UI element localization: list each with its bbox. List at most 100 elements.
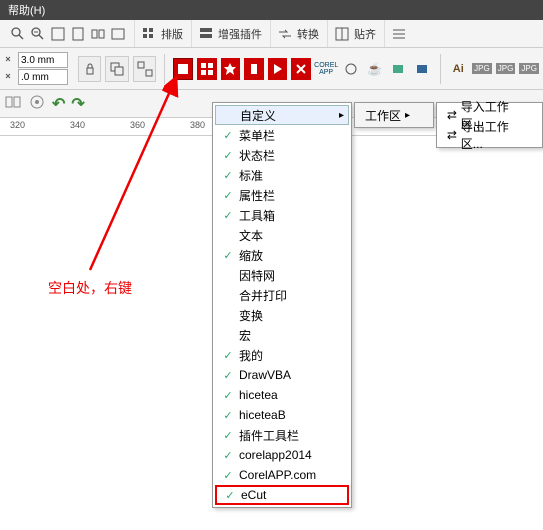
zoom-all-icon[interactable] (90, 26, 106, 42)
options-icon[interactable] (391, 26, 407, 42)
separator (440, 54, 441, 84)
context-menu-item[interactable]: ✓CorelAPP.com (215, 465, 349, 485)
tool-red-2[interactable] (197, 58, 217, 80)
plugin-icon[interactable] (198, 26, 214, 42)
context-menu-item[interactable]: ✓hicetea (215, 385, 349, 405)
corel-icon[interactable]: COREL APP (315, 58, 337, 80)
swap-icon: ⇄ (443, 108, 461, 122)
context-menu-item[interactable]: ✓标准 (215, 165, 349, 185)
snap-icon[interactable] (334, 26, 350, 42)
layout-icon[interactable] (141, 26, 157, 42)
context-menu-item[interactable]: ✓eCut (215, 485, 349, 505)
coffee-icon[interactable]: ☕ (365, 58, 385, 80)
height-input[interactable] (18, 69, 68, 85)
menu-item-label: 状态栏 (237, 147, 291, 164)
export-workspace-item[interactable]: ⇄ 导出工作区... (439, 125, 540, 145)
tool-red-5[interactable] (268, 58, 288, 80)
menu-item-label: eCut (239, 488, 282, 502)
menu-item-label: hiceteaB (237, 408, 302, 422)
workspace-label: 工作区 (365, 107, 401, 124)
lock-x-icon[interactable] (4, 53, 16, 68)
context-menu-item[interactable]: ✓缩放 (215, 245, 349, 265)
menu-item-label: DrawVBA (237, 368, 307, 382)
context-menu-item[interactable]: 合并打印 (215, 285, 349, 305)
tool-b-icon[interactable] (28, 93, 46, 114)
check-icon: ✓ (219, 389, 237, 402)
zoom-width-icon[interactable] (110, 26, 126, 42)
menu-customize[interactable]: 自定义 ▸ (215, 105, 349, 125)
workspace-button[interactable]: 工作区 ▸ (357, 105, 418, 126)
check-icon: ✓ (219, 149, 237, 162)
context-menu-item[interactable]: ✓插件工具栏 (215, 425, 349, 445)
jpg-icon-3[interactable]: JPG (519, 58, 539, 80)
annotation-arrow (80, 70, 190, 280)
menu-item-label: 宏 (237, 327, 267, 344)
menu-help[interactable]: 帮助(H) (8, 5, 45, 17)
menu-item-label: 变换 (237, 307, 279, 324)
context-menu-item[interactable]: ✓工具箱 (215, 205, 349, 225)
context-menu: 自定义 ▸ ✓菜单栏✓状态栏✓标准✓属性栏✓工具箱文本✓缩放因特网合并打印变换宏… (212, 102, 352, 508)
check-icon: ✓ (219, 449, 237, 462)
menu-item-label: 缩放 (237, 247, 279, 264)
convert-label[interactable]: 转换 (297, 26, 319, 42)
context-menu-item[interactable]: ✓corelapp2014 (215, 445, 349, 465)
check-icon: ✓ (219, 369, 237, 382)
tool-a-icon[interactable] (4, 93, 22, 114)
menu-item-label: 菜单栏 (237, 127, 291, 144)
width-input[interactable] (18, 52, 68, 68)
jpg-icon-1[interactable]: JPG (472, 58, 492, 80)
submenu-arrow-icon: ▸ (405, 110, 410, 121)
check-icon: ✓ (219, 349, 237, 362)
submenu-arrow-icon: ▸ (339, 110, 344, 121)
zoom-fit-icon[interactable] (50, 26, 66, 42)
context-menu-item[interactable]: 文本 (215, 225, 349, 245)
check-icon: ✓ (219, 209, 237, 222)
lock-y-icon[interactable] (4, 70, 16, 85)
context-menu-item[interactable]: ✓我的 (215, 345, 349, 365)
undo-button[interactable]: ↶ (52, 94, 65, 114)
context-menu-item[interactable]: 因特网 (215, 265, 349, 285)
jpg-icon-2[interactable]: JPG (496, 58, 516, 80)
menu-item-label: hicetea (237, 388, 294, 402)
swap-icon: ⇄ (443, 128, 461, 142)
tool-icon-10[interactable] (388, 58, 408, 80)
context-menu-item[interactable]: 变换 (215, 305, 349, 325)
zoom-page-icon[interactable] (70, 26, 86, 42)
tool-icon-11[interactable] (412, 58, 432, 80)
plugin-label[interactable]: 增强插件 (218, 26, 262, 42)
menu-item-label: 我的 (237, 347, 279, 364)
menu-item-label: 因特网 (237, 267, 291, 284)
context-menu-item[interactable]: ✓状态栏 (215, 145, 349, 165)
context-menu-item[interactable]: ✓属性栏 (215, 185, 349, 205)
context-menu-item[interactable]: ✓hiceteaB (215, 405, 349, 425)
check-icon: ✓ (219, 129, 237, 142)
convert-icon[interactable] (277, 26, 293, 42)
ai-icon[interactable]: Ai (448, 58, 468, 80)
zoom-out-icon[interactable] (30, 26, 46, 42)
check-icon: ✓ (219, 249, 237, 262)
context-menu-item[interactable]: 宏 (215, 325, 349, 345)
context-menu-item[interactable]: ✓菜单栏 (215, 125, 349, 145)
tool-red-3[interactable] (221, 58, 241, 80)
toolbar-top: 排版 增强插件 转换 贴齐 (0, 20, 543, 48)
menu-item-label: corelapp2014 (237, 448, 328, 462)
title-bar: 帮助(H) (0, 0, 543, 20)
menu-item-label: 文本 (237, 227, 279, 244)
snap-label[interactable]: 贴齐 (354, 26, 376, 42)
annotation-text: 空白处，右键 (48, 278, 132, 298)
check-icon: ✓ (219, 469, 237, 482)
menu-item-label: 合并打印 (237, 287, 303, 304)
check-icon: ✓ (219, 429, 237, 442)
ruler-tick: 320 (10, 120, 25, 130)
zoom-icon[interactable] (10, 26, 26, 42)
layout-label[interactable]: 排版 (161, 26, 183, 42)
tool-red-4[interactable] (244, 58, 264, 80)
tool-icon-8[interactable] (341, 58, 361, 80)
menu-item-label: 插件工具栏 (237, 427, 315, 444)
menu-label: 自定义 (238, 107, 292, 124)
submenu-import-export: ⇄ 导入工作区... ⇄ 导出工作区... (436, 102, 543, 148)
context-menu-item[interactable]: ✓DrawVBA (215, 365, 349, 385)
check-icon: ✓ (219, 189, 237, 202)
tool-red-6[interactable] (291, 58, 311, 80)
submenu-workspace: 工作区 ▸ (354, 102, 434, 128)
